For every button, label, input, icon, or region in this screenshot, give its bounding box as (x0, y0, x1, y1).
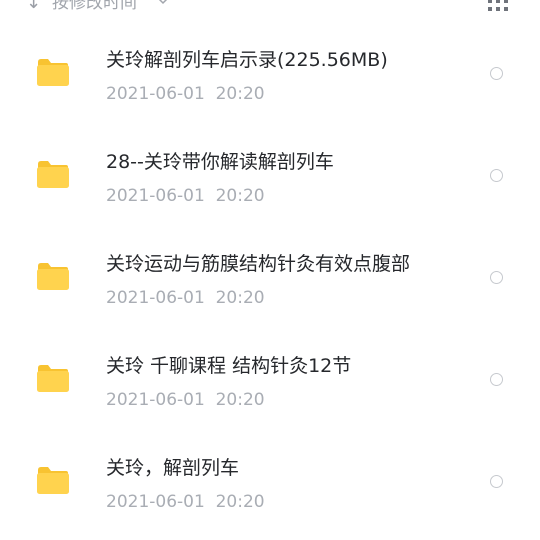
folder-icon (37, 263, 69, 290)
file-name[interactable]: 28--关玲带你解读解剖列车 (106, 150, 334, 174)
file-list: 关玲解剖列车启示录(225.56MB) 2021-06-01 20:20 28-… (0, 22, 540, 532)
list-item[interactable]: 关玲 千聊课程 结构针灸12节 2021-06-01 20:20 (0, 328, 540, 430)
folder-icon (37, 467, 69, 494)
chevron-down-icon[interactable] (158, 0, 168, 6)
file-name[interactable]: 关玲，解剖列车 (106, 456, 239, 480)
list-item[interactable]: 关玲，解剖列车 2021-06-01 20:20 (0, 430, 540, 532)
file-name[interactable]: 关玲 千聊课程 结构针灸12节 (106, 354, 351, 378)
file-name[interactable]: 关玲解剖列车启示录(225.56MB) (106, 48, 388, 72)
arrow-down-icon[interactable]: ↓ (26, 0, 41, 14)
file-date: 2021-06-01 20:20 (106, 390, 265, 410)
file-date: 2021-06-01 20:20 (106, 84, 265, 104)
sort-toolbar: ↓ 按修改时间 (0, 0, 540, 22)
select-radio[interactable] (490, 373, 503, 386)
file-date: 2021-06-01 20:20 (106, 492, 265, 512)
file-date: 2021-06-01 20:20 (106, 186, 265, 206)
select-radio[interactable] (490, 475, 503, 488)
grid-view-icon[interactable] (488, 0, 508, 13)
sort-label[interactable]: 按修改时间 (52, 0, 137, 14)
select-radio[interactable] (490, 67, 503, 80)
folder-icon (37, 365, 69, 392)
folder-icon (37, 161, 69, 188)
list-item[interactable]: 关玲运动与筋膜结构针灸有效点腹部 2021-06-01 20:20 (0, 226, 540, 328)
list-item[interactable]: 关玲解剖列车启示录(225.56MB) 2021-06-01 20:20 (0, 22, 540, 124)
file-date: 2021-06-01 20:20 (106, 288, 265, 308)
select-radio[interactable] (490, 169, 503, 182)
list-item[interactable]: 28--关玲带你解读解剖列车 2021-06-01 20:20 (0, 124, 540, 226)
file-name[interactable]: 关玲运动与筋膜结构针灸有效点腹部 (106, 252, 410, 276)
select-radio[interactable] (490, 271, 503, 284)
folder-icon (37, 59, 69, 86)
